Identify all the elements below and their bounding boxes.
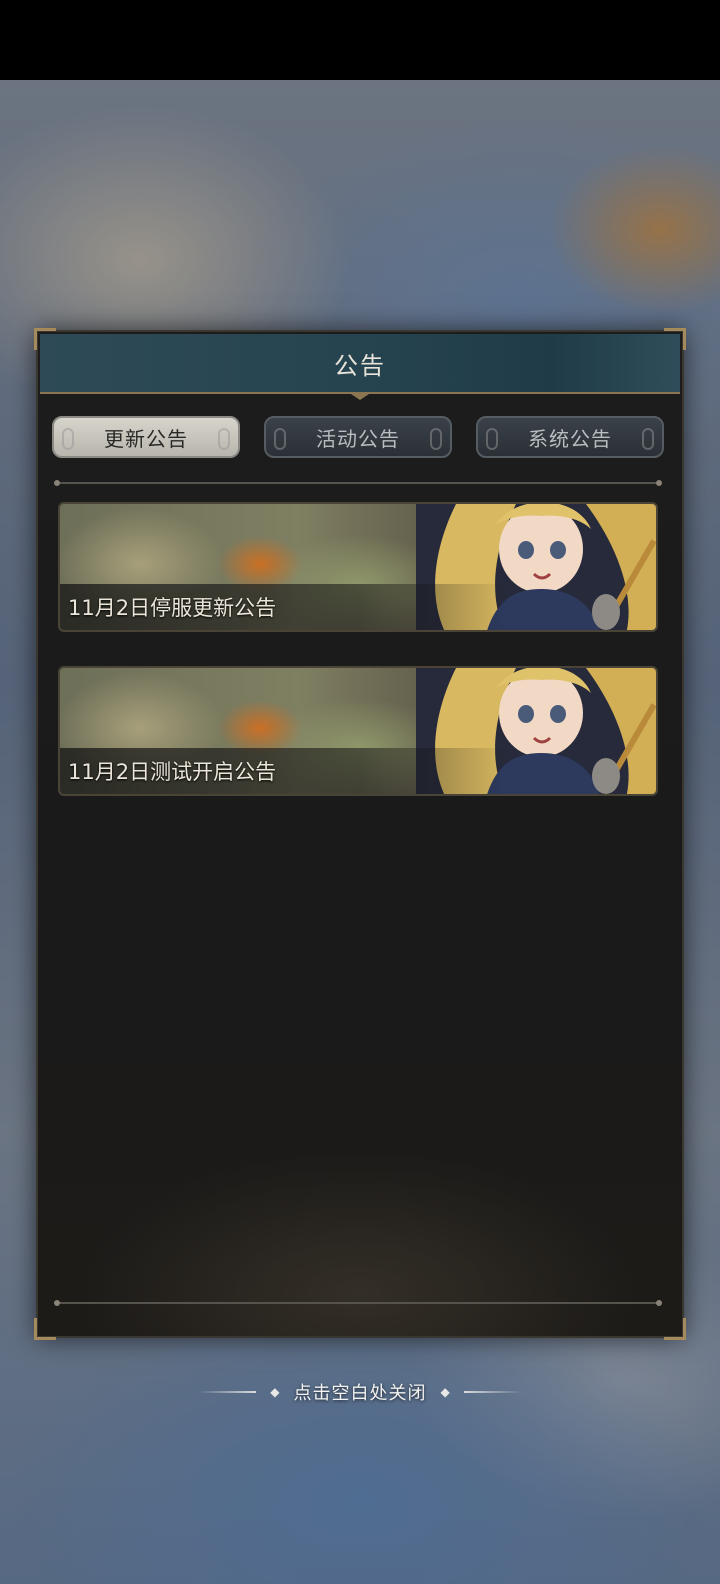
announcement-banner[interactable]: 11月2日测试开启公告 [58, 666, 658, 796]
tab-ornament-right [218, 428, 230, 450]
tab-label: 系统公告 [528, 426, 612, 451]
dialog-title: 公告 [334, 351, 386, 380]
tab-ornament-left [486, 428, 498, 450]
close-hint-text: 点击空白处关闭 [293, 1383, 427, 1404]
divider [54, 1300, 662, 1306]
close-hint[interactable]: ◆ 点击空白处关闭 ◆ [0, 1372, 720, 1412]
tab-system-announcements[interactable]: 系统公告 [476, 416, 664, 458]
announcement-dialog: 公告 更新公告 活动公告 系统公告 11月2日停服更新公告 11月2日测试开启公… [34, 328, 686, 1340]
diamond-icon: ◆ [440, 1385, 450, 1399]
announcement-title: 11月2日停服更新公告 [68, 596, 277, 620]
tab-ornament-right [430, 428, 442, 450]
tab-ornament-right [642, 428, 654, 450]
tab-label: 更新公告 [104, 426, 188, 451]
divider [54, 480, 662, 486]
tab-label: 活动公告 [316, 426, 400, 451]
title-ornament [348, 392, 372, 400]
announcement-tabs: 更新公告 活动公告 系统公告 [52, 416, 664, 458]
tab-update-announcements[interactable]: 更新公告 [52, 416, 240, 458]
tab-ornament-left [62, 428, 74, 450]
tab-event-announcements[interactable]: 活动公告 [264, 416, 452, 458]
dialog-title-bar: 公告 [40, 334, 680, 400]
status-bar-area [0, 0, 720, 80]
announcement-title: 11月2日测试开启公告 [68, 760, 277, 784]
corner-ornament [664, 1318, 686, 1340]
announcement-banner[interactable]: 11月2日停服更新公告 [58, 502, 658, 632]
diamond-icon: ◆ [270, 1385, 280, 1399]
tab-ornament-left [274, 428, 286, 450]
hint-line-left [198, 1391, 257, 1393]
corner-ornament [34, 1318, 56, 1340]
hint-line-right [463, 1391, 522, 1393]
